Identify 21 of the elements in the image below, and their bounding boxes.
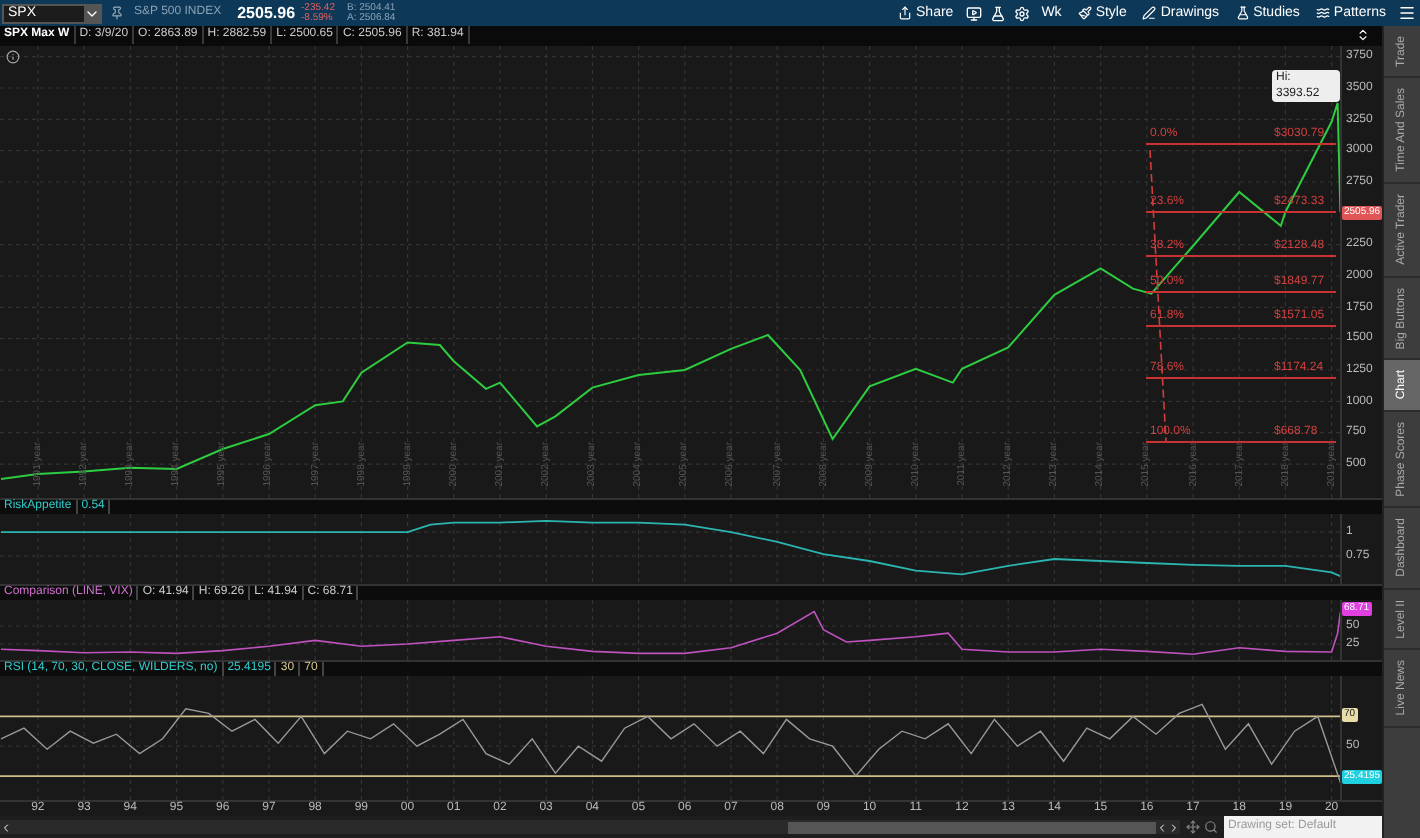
scroll-left-icon[interactable]: [1156, 821, 1169, 833]
screen-icon[interactable]: [965, 5, 982, 21]
scroll-thumb[interactable]: [787, 821, 1157, 833]
scroll-left-icon[interactable]: [0, 821, 12, 833]
last-price: 2505.96: [237, 1, 296, 25]
pin-icon[interactable]: [110, 6, 124, 20]
pan-icon[interactable]: [1186, 820, 1200, 834]
info-icon[interactable]: [6, 49, 20, 64]
scrollbar[interactable]: [0, 820, 1180, 834]
drawings-icon: [1142, 6, 1157, 20]
studies-icon: [1235, 6, 1250, 20]
settings-icon[interactable]: [1013, 5, 1030, 21]
patterns-icon: [1315, 6, 1330, 20]
dropdown-icon[interactable]: [84, 5, 100, 21]
zoom-icon[interactable]: [1204, 820, 1218, 834]
flask-icon[interactable]: [989, 5, 1006, 21]
share-icon: [898, 6, 913, 20]
style-icon: [1077, 6, 1092, 20]
menu-icon[interactable]: [1398, 4, 1416, 22]
chevrons-icon[interactable]: [1356, 28, 1370, 43]
scroll-right-icon[interactable]: [1168, 821, 1180, 833]
